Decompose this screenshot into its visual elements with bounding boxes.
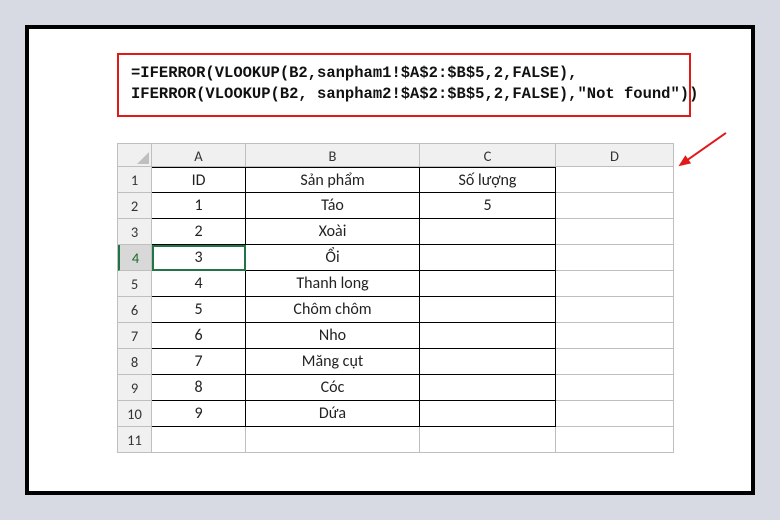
cell-d2[interactable] xyxy=(556,193,674,219)
row-header-7[interactable]: 7 xyxy=(118,323,152,349)
cell-b7[interactable]: Nho xyxy=(246,323,420,349)
col-header-d[interactable]: D xyxy=(556,143,674,167)
cell-d10[interactable] xyxy=(556,401,674,427)
cell-a5[interactable]: 4 xyxy=(152,271,246,297)
cell-b8[interactable]: Măng cụt xyxy=(246,349,420,375)
cell-a9[interactable]: 8 xyxy=(152,375,246,401)
cell-d7[interactable] xyxy=(556,323,674,349)
row-header-3[interactable]: 3 xyxy=(118,219,152,245)
row-header-8[interactable]: 8 xyxy=(118,349,152,375)
cell-d9[interactable] xyxy=(556,375,674,401)
select-all-corner[interactable] xyxy=(118,143,152,167)
cell-b1[interactable]: Sản phẩm xyxy=(246,167,420,193)
cell-d6[interactable] xyxy=(556,297,674,323)
cell-c8[interactable] xyxy=(420,349,556,375)
col-header-a[interactable]: A xyxy=(152,143,246,167)
row-header-11[interactable]: 11 xyxy=(118,427,152,453)
figure-frame: =IFERROR(VLOOKUP(B2,sanpham1!$A$2:$B$5,2… xyxy=(25,25,755,495)
cell-b2[interactable]: Táo xyxy=(246,193,420,219)
spreadsheet-grid: A B C D 1 ID Sản phẩm Số lượng 2 1 Táo 5… xyxy=(117,143,674,453)
cell-d1[interactable] xyxy=(556,167,674,193)
col-header-c[interactable]: C xyxy=(420,143,556,167)
row-header-9[interactable]: 9 xyxy=(118,375,152,401)
row-header-5[interactable]: 5 xyxy=(118,271,152,297)
cell-a10[interactable]: 9 xyxy=(152,401,246,427)
cell-c5[interactable] xyxy=(420,271,556,297)
cell-a6[interactable]: 5 xyxy=(152,297,246,323)
cell-a1[interactable]: ID xyxy=(152,167,246,193)
cell-c7[interactable] xyxy=(420,323,556,349)
cell-c9[interactable] xyxy=(420,375,556,401)
cell-c4[interactable] xyxy=(420,245,556,271)
cell-d8[interactable] xyxy=(556,349,674,375)
cell-b5[interactable]: Thanh long xyxy=(246,271,420,297)
row-header-1[interactable]: 1 xyxy=(118,167,152,193)
cell-a11[interactable] xyxy=(152,427,246,453)
cell-b10[interactable]: Dứa xyxy=(246,401,420,427)
cell-a7[interactable]: 6 xyxy=(152,323,246,349)
cell-c3[interactable] xyxy=(420,219,556,245)
cell-a4[interactable]: 3 xyxy=(152,245,246,271)
col-header-b[interactable]: B xyxy=(246,143,420,167)
cell-b9[interactable]: Cóc xyxy=(246,375,420,401)
cell-c11[interactable] xyxy=(420,427,556,453)
cell-a3[interactable]: 2 xyxy=(152,219,246,245)
cell-a2[interactable]: 1 xyxy=(152,193,246,219)
cell-c10[interactable] xyxy=(420,401,556,427)
row-header-6[interactable]: 6 xyxy=(118,297,152,323)
formula-box: =IFERROR(VLOOKUP(B2,sanpham1!$A$2:$B$5,2… xyxy=(117,53,691,117)
formula-line-1: =IFERROR(VLOOKUP(B2,sanpham1!$A$2:$B$5,2… xyxy=(131,63,677,84)
row-header-10[interactable]: 10 xyxy=(118,401,152,427)
cell-d11[interactable] xyxy=(556,427,674,453)
cell-b6[interactable]: Chôm chôm xyxy=(246,297,420,323)
cell-d3[interactable] xyxy=(556,219,674,245)
cell-c1[interactable]: Số lượng xyxy=(420,167,556,193)
cell-a8[interactable]: 7 xyxy=(152,349,246,375)
cell-d4[interactable] xyxy=(556,245,674,271)
cell-b3[interactable]: Xoài xyxy=(246,219,420,245)
formula-line-2: IFERROR(VLOOKUP(B2, sanpham2!$A$2:$B$5,2… xyxy=(131,84,677,105)
cell-b4[interactable]: Ổi xyxy=(246,245,420,271)
cell-c6[interactable] xyxy=(420,297,556,323)
cell-c2[interactable]: 5 xyxy=(420,193,556,219)
row-header-4[interactable]: 4 xyxy=(118,245,152,271)
cell-d5[interactable] xyxy=(556,271,674,297)
cell-b11[interactable] xyxy=(246,427,420,453)
row-header-2[interactable]: 2 xyxy=(118,193,152,219)
callout-arrow-icon xyxy=(673,124,734,175)
